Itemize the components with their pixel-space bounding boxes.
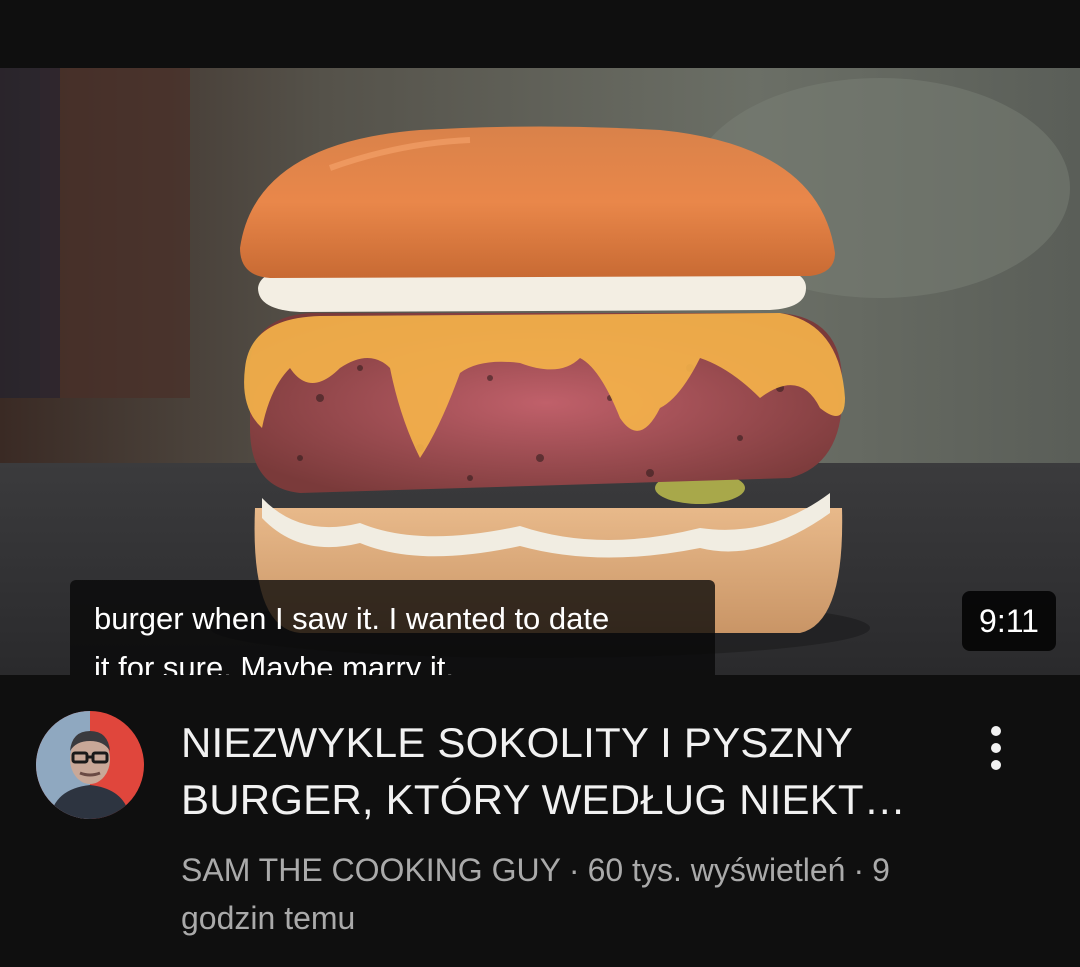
menu-dot — [991, 760, 1001, 770]
video-thumbnail[interactable]: burger when I saw it. I wanted to date i… — [0, 68, 1080, 675]
channel-name[interactable]: SAM THE COOKING GUY — [181, 852, 561, 888]
caption-line-1: burger when I saw it. I wanted to date — [94, 601, 610, 636]
closed-caption: burger when I saw it. I wanted to date i… — [70, 580, 715, 675]
menu-dot — [991, 743, 1001, 753]
status-area — [0, 0, 1080, 68]
upload-age-text: godzin temu — [181, 900, 356, 936]
video-title[interactable]: NIEZWYKLE SOKOLITY I PYSZNY BURGER, KTÓR… — [181, 714, 941, 828]
meta-separator: · — [568, 852, 580, 888]
channel-avatar[interactable] — [36, 711, 144, 819]
upload-age-number: 9 — [872, 852, 890, 888]
view-count: 60 tys. wyświetleń — [587, 852, 846, 888]
avatar-portrait-icon — [36, 711, 144, 819]
video-metadata: SAM THE COOKING GUY · 60 tys. wyświetleń · 9… — [181, 846, 971, 942]
caption-line-2: it for sure. Maybe marry it. — [94, 650, 455, 675]
more-vert-icon[interactable] — [970, 718, 1022, 778]
video-title-line-2: BURGER, KTÓRY WEDŁUG NIEKT… — [181, 776, 906, 823]
meta-separator: · — [853, 852, 865, 888]
menu-dot — [991, 726, 1001, 736]
video-feed-screen: burger when I saw it. I wanted to date i… — [0, 0, 1080, 967]
video-title-line-1: NIEZWYKLE SOKOLITY I PYSZNY — [181, 719, 854, 766]
duration-badge: 9:11 — [962, 591, 1056, 651]
